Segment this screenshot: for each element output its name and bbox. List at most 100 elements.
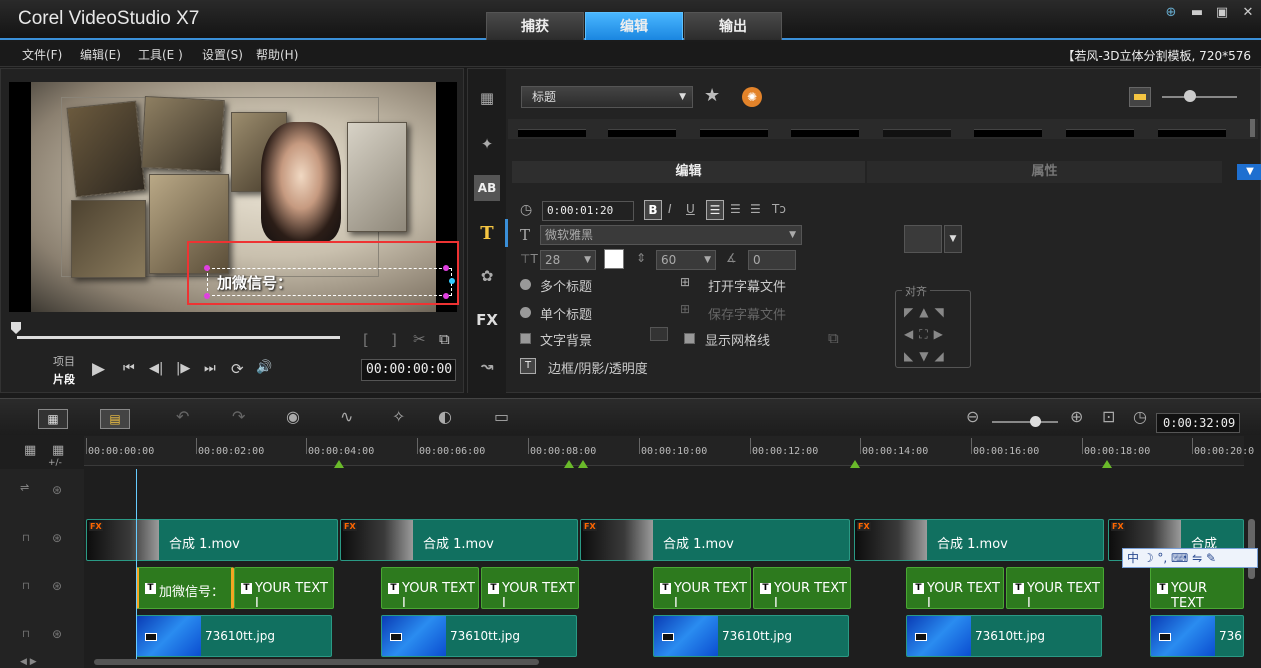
playhead[interactable]: [136, 469, 137, 665]
line-spacing-select[interactable]: 60 ▼: [656, 250, 716, 270]
photo-clip[interactable]: 73610tt.jpg: [653, 615, 849, 657]
next-frame-button[interactable]: |▶: [176, 361, 190, 376]
single-title-radio[interactable]: [520, 307, 531, 318]
title-track[interactable]: T 加微信号： T YOUR TEXT I T YOUR TEXT I T YOUR TEXT…: [84, 565, 1244, 611]
title-clip[interactable]: T YOUR TEXT: [1150, 567, 1244, 609]
align-grid-icon[interactable]: ◤▲◥ ◀⛶▶ ◣▼◢: [904, 301, 950, 367]
graphic-icon[interactable]: ✿: [474, 263, 500, 289]
motion-tracking-icon[interactable]: ◐: [438, 407, 452, 426]
title-thumbnail[interactable]: [1158, 129, 1226, 137]
menu-file[interactable]: 文件(F): [22, 46, 62, 63]
film-reel-icon[interactable]: ✺: [742, 87, 762, 107]
tab-capture[interactable]: 捕获: [486, 12, 584, 40]
ime-toolbar[interactable]: 中 ☽ °, ⌨ ⇋ ✎: [1122, 548, 1258, 568]
fit-project-icon[interactable]: ⊡: [1102, 407, 1115, 426]
add-star-icon[interactable]: ★: [704, 85, 720, 106]
restore-button[interactable]: ▣: [1211, 4, 1233, 22]
photo-clip[interactable]: 73610tt.jpg: [381, 615, 577, 657]
tab-edit[interactable]: 编辑: [585, 12, 683, 40]
globe-icon[interactable]: ⊕: [1160, 4, 1182, 22]
zoom-in-icon[interactable]: ⊕: [1070, 407, 1083, 426]
timeline-ruler[interactable]: 00:00:00:00 00:00:02:00 00:00:04:00 00:00:0…: [84, 436, 1254, 468]
open-subtitle-button[interactable]: 打开字幕文件: [708, 276, 786, 295]
title-thumbnail[interactable]: [700, 129, 768, 137]
collapse-options-icon[interactable]: ▼: [1237, 164, 1261, 180]
photo-clip[interactable]: 736: [1150, 615, 1244, 657]
media-icon[interactable]: ▦: [474, 85, 500, 111]
library-scrollbar[interactable]: [1250, 119, 1255, 137]
text-background-checkbox[interactable]: [520, 333, 531, 344]
minimize-button[interactable]: ▬: [1186, 4, 1208, 22]
title-clip[interactable]: T YOUR TEXT I: [1006, 567, 1104, 609]
border-shadow-button[interactable]: 边框/阴影/透明度: [548, 358, 648, 377]
tab-attributes[interactable]: 属性: [867, 161, 1222, 183]
timeline-view-icon[interactable]: ▤: [100, 409, 130, 429]
chapter-marker[interactable]: [1102, 460, 1112, 468]
mark-out-button[interactable]: ]: [391, 331, 397, 349]
style-swatch[interactable]: [904, 225, 942, 253]
border-shadow-icon[interactable]: T: [520, 358, 536, 374]
save-subtitle-button[interactable]: 保存字幕文件: [708, 304, 786, 323]
add-remove-chapter[interactable]: +/-: [48, 458, 62, 468]
storyboard-view-icon[interactable]: ▦: [38, 409, 68, 429]
view-toggle-icon[interactable]: [1129, 87, 1151, 107]
play-button[interactable]: ▶: [92, 359, 105, 379]
title-clip[interactable]: T 加微信号：: [136, 567, 234, 609]
library-category-select[interactable]: 标题 ▼: [521, 86, 693, 108]
close-button[interactable]: ✕: [1237, 4, 1259, 22]
go-to-start-button[interactable]: ⏮: [123, 361, 135, 376]
auto-music-icon[interactable]: ✧: [392, 407, 405, 426]
title-clip[interactable]: T YOUR TEXT I: [381, 567, 479, 609]
show-all-tracks-icon[interactable]: ▦: [24, 443, 36, 458]
video-track[interactable]: FX 合成 1.mov FX 合成 1.mov FX 合成 1.mov FX 合成 1.mov…: [84, 517, 1244, 563]
previous-frame-button[interactable]: ◀|: [149, 361, 163, 376]
title-clip[interactable]: T YOUR TEXT I: [481, 567, 579, 609]
align-right-icon[interactable]: ☰: [750, 202, 761, 216]
title-thumbnail[interactable]: [608, 129, 676, 137]
chapter-marker[interactable]: [578, 460, 588, 468]
instant-project-icon[interactable]: ✦: [474, 131, 500, 157]
zoom-slider-knob[interactable]: [1030, 416, 1041, 427]
font-select[interactable]: 微软雅黑 ▼: [540, 225, 802, 245]
thumbnail-size-slider-knob[interactable]: [1184, 90, 1196, 102]
video-clip[interactable]: FX 合成 1.mov: [854, 519, 1104, 561]
title-icon[interactable]: T: [474, 221, 500, 247]
chevron-down-icon[interactable]: ▼: [944, 225, 962, 253]
video-clip[interactable]: FX 合成 1.mov: [340, 519, 578, 561]
underline-button[interactable]: U: [686, 202, 695, 216]
mode-project-label[interactable]: 项目: [53, 353, 75, 369]
lock-icon[interactable]: ⊓: [22, 629, 30, 640]
title-clip[interactable]: T YOUR TEXT I: [753, 567, 851, 609]
volume-button[interactable]: 🔊: [256, 360, 272, 375]
redo-icon[interactable]: ↷: [232, 407, 245, 426]
copy-icon[interactable]: ⧉: [439, 330, 450, 348]
font-size-select[interactable]: 28 ▼: [540, 250, 596, 270]
menu-edit[interactable]: 编辑(E): [80, 46, 121, 63]
title-thumbnail[interactable]: [883, 129, 951, 137]
chapter-marker[interactable]: [334, 460, 344, 468]
photo-clip[interactable]: 73610tt.jpg: [906, 615, 1102, 657]
thumbnail-size-slider[interactable]: [1162, 96, 1237, 98]
chapter-marker[interactable]: [564, 460, 574, 468]
scrubber-bar[interactable]: [17, 336, 340, 339]
vertical-text-icon[interactable]: Tↄ: [772, 202, 786, 216]
record-capture-icon[interactable]: ◉: [286, 407, 300, 426]
title-clip[interactable]: T YOUR TEXT I: [234, 567, 334, 609]
preview-timecode[interactable]: 00:00:00:00: [361, 359, 456, 381]
repeat-button[interactable]: ⟳: [231, 360, 244, 378]
mark-in-button[interactable]: [: [363, 331, 369, 349]
lock-icon[interactable]: ⊓: [22, 533, 30, 544]
title-clip[interactable]: T YOUR TEXT I: [653, 567, 751, 609]
photo-clip[interactable]: 73610tt.jpg: [136, 615, 332, 657]
cut-icon[interactable]: ✂: [413, 330, 426, 348]
chapter-marker[interactable]: [850, 460, 860, 468]
video-track-empty[interactable]: [84, 471, 1244, 517]
filter-icon[interactable]: FX: [474, 307, 500, 333]
duration-field[interactable]: 0:00:01:20: [542, 201, 634, 221]
photo-track[interactable]: 73610tt.jpg 73610tt.jpg 73610tt.jpg 73610tt…: [84, 613, 1244, 659]
menu-help[interactable]: 帮助(H): [256, 46, 298, 63]
transition-icon[interactable]: AB: [474, 175, 500, 201]
lock-icon[interactable]: ⊓: [22, 581, 30, 592]
path-icon[interactable]: ↝: [474, 353, 500, 379]
title-thumbnail[interactable]: [974, 129, 1042, 137]
